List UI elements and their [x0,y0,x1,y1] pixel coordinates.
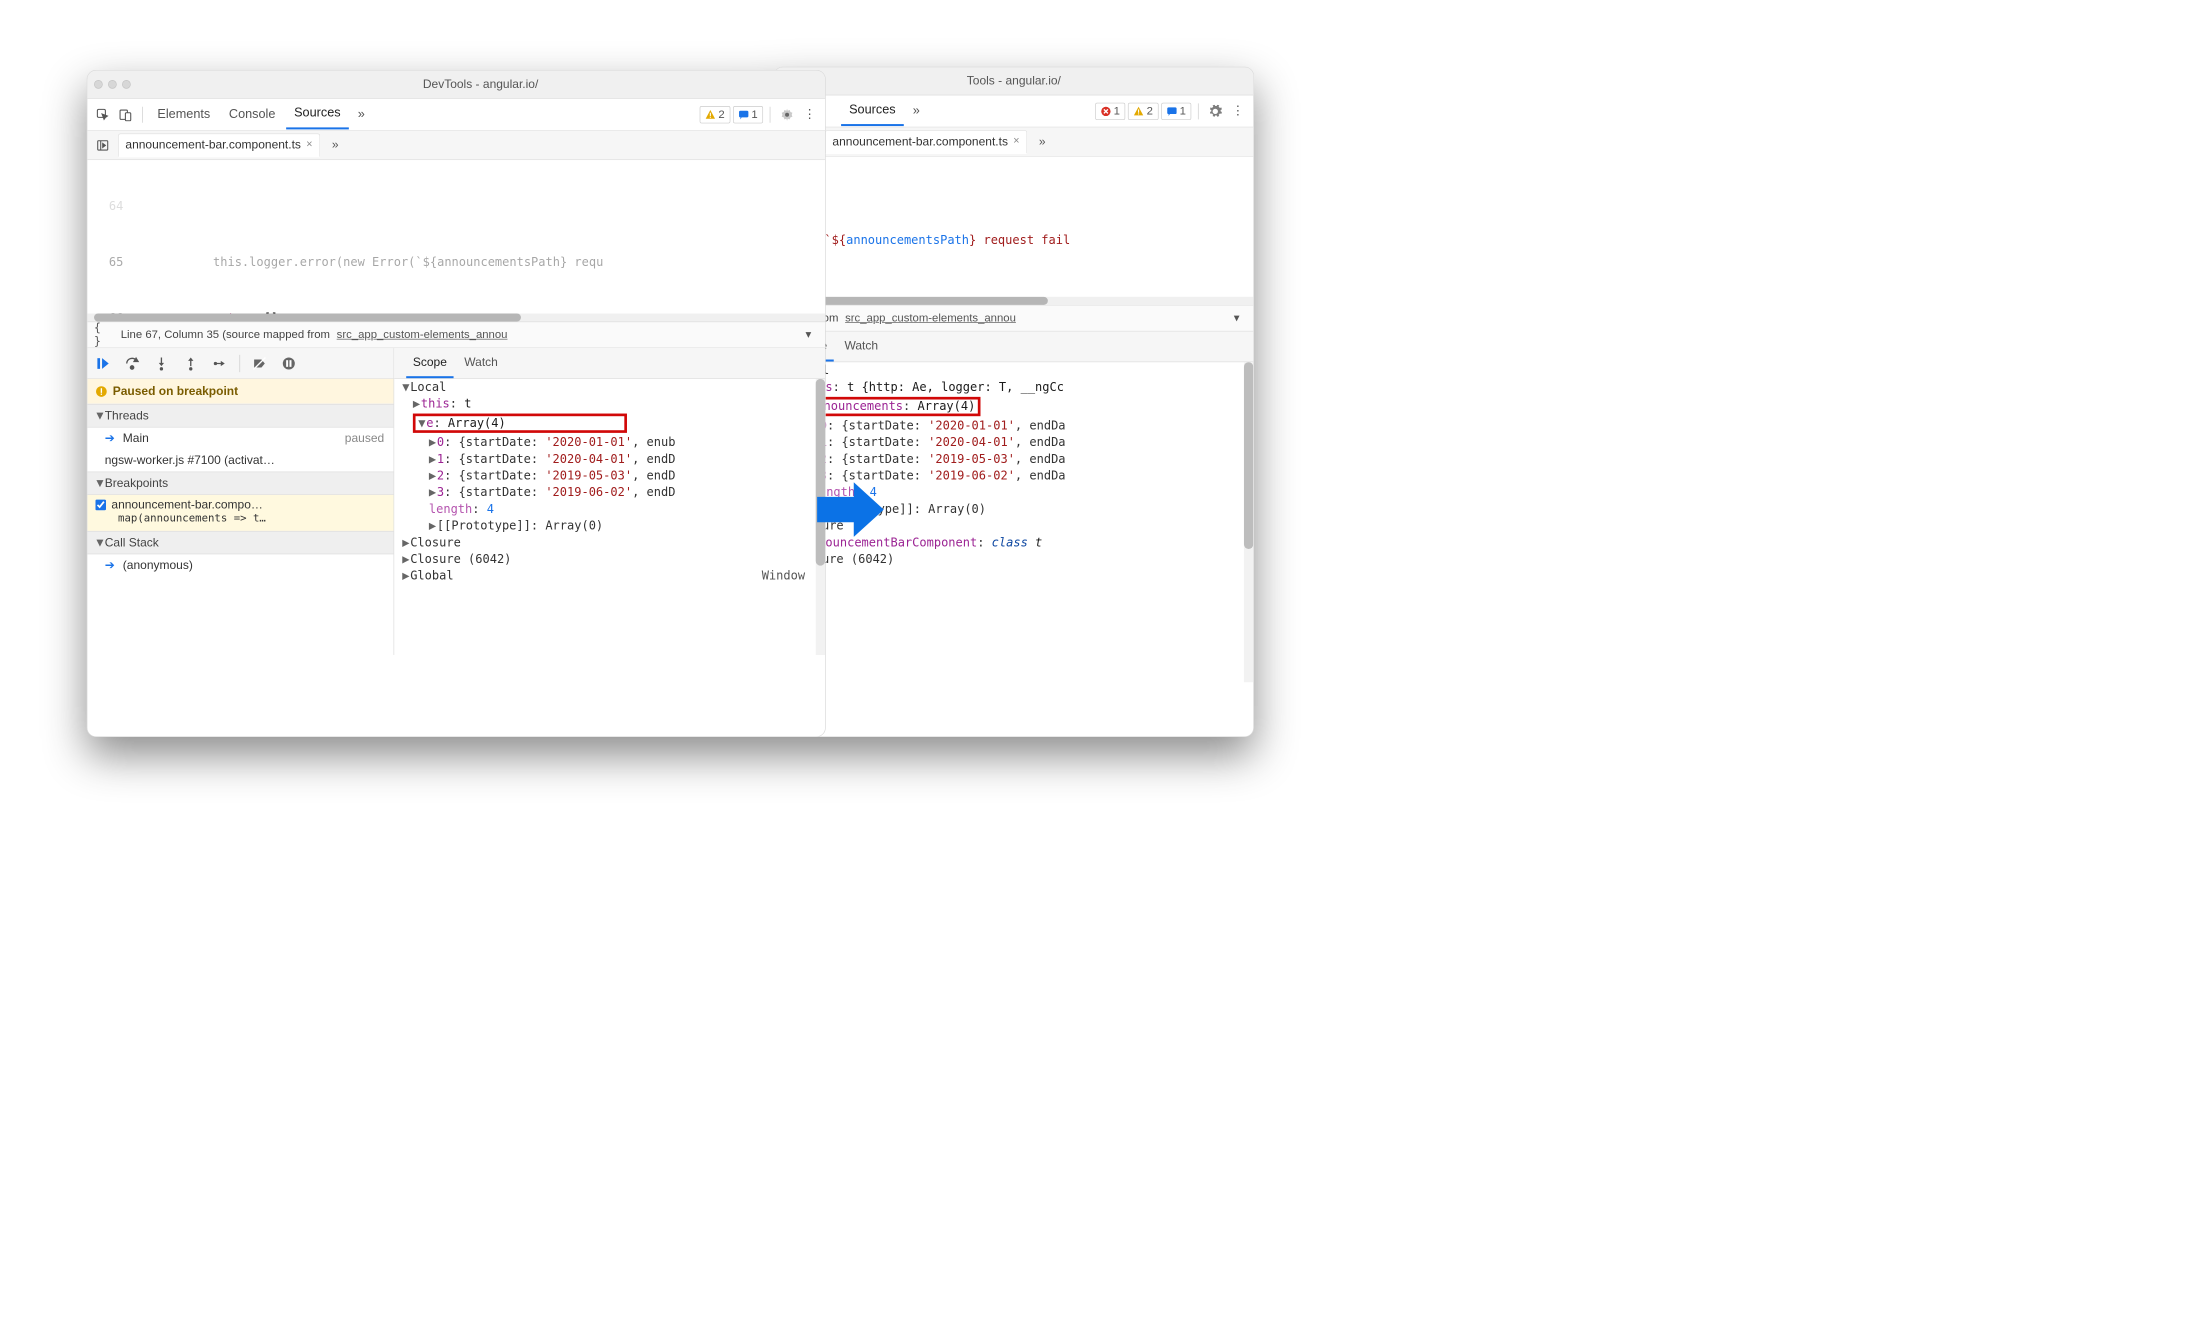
traffic-light-zoom[interactable] [122,80,131,89]
tabstrip: Sources » 1 2 1 ⋮ [774,95,1253,127]
window-title: DevTools - angular.io/ [143,77,819,91]
filetabs: announcement-bar.component.ts × » [87,131,825,160]
statusbar: apped from src_app_custom-elements_annou… [774,305,1253,332]
chevron-down-icon[interactable]: ▾ [798,325,818,345]
tab-elements[interactable]: Elements [149,100,218,128]
highlight-left: ▼e: Array(4) [413,414,627,433]
deactivate-breakpoints-icon[interactable] [249,353,269,373]
more-tabs-icon[interactable]: » [351,104,371,124]
comparison-arrow-icon [817,482,884,537]
issues-badge[interactable]: 1 [733,106,763,123]
braces-icon[interactable]: { } [94,325,114,345]
more-files-icon[interactable]: » [1032,132,1052,152]
tab-sources[interactable]: Sources [286,99,349,129]
warnings-badge[interactable]: 2 [700,106,730,123]
debugger-sidebar: Paused on breakpoint ▼Threads ➔Mainpause… [87,348,394,655]
horizontal-scrollbar[interactable] [774,297,1253,305]
callstack-frame[interactable]: ➔(anonymous) [87,554,393,576]
tab-sources[interactable]: Sources [841,96,904,126]
thread-ngsw[interactable]: ngsw-worker.js #7100 (activat… [87,450,393,472]
paused-banner: Paused on breakpoint [87,379,393,404]
breakpoint-checkbox[interactable] [95,499,106,510]
step-into-icon[interactable] [151,353,171,373]
scope-panel[interactable]: ▼Local ▶this: t ▼e: Array(4) ▶0: {startD… [394,379,825,655]
more-tabs-icon[interactable]: » [906,101,926,121]
warnings-badge[interactable]: 2 [1128,102,1158,119]
gear-icon[interactable] [1205,101,1225,121]
resume-icon[interactable] [93,353,113,373]
gutter[interactable]: 64 65 66 67 68 69 70 71 [87,160,130,313]
statusbar: { } Line 67, Column 35 (source mapped fr… [87,321,825,348]
filetabs: d8.js announcement-bar.component.ts × » [774,127,1253,156]
tabstrip: Elements Console Sources » 2 1 ⋮ [87,99,825,131]
pause-on-exceptions-icon[interactable] [279,353,299,373]
source-code[interactable]: 64 65 66 67 68 69 70 71 this.logger.erro… [87,160,825,313]
titlebar: Tools - angular.io/ [774,67,1253,95]
section-threads[interactable]: ▼Threads [87,404,393,427]
navigator-toggle-icon[interactable] [93,135,113,155]
step-over-icon[interactable] [122,353,142,373]
step-icon[interactable] [210,353,230,373]
kebab-icon[interactable]: ⋮ [800,104,820,124]
window-title: Tools - angular.io/ [781,74,1247,88]
kebab-icon[interactable]: ⋮ [1228,101,1248,121]
chevron-down-icon[interactable]: ▾ [1227,308,1247,328]
gear-icon[interactable] [777,104,797,124]
tab-watch[interactable]: Watch [838,332,885,361]
device-toggle-icon[interactable] [115,104,135,124]
mapped-source-link[interactable]: src_app_custom-elements_annou [337,328,508,341]
tab-console[interactable]: Console [221,100,284,128]
section-breakpoints[interactable]: ▼Breakpoints [87,472,393,495]
titlebar: DevTools - angular.io/ [87,71,825,99]
file-tab-component[interactable]: announcement-bar.component.ts × [825,130,1027,154]
devtools-window-right: Tools - angular.io/ Sources » 1 2 1 ⋮ [774,67,1254,737]
issues-badge[interactable]: 1 [1161,102,1191,119]
vertical-scrollbar[interactable] [1244,362,1253,682]
close-icon[interactable]: × [1013,135,1019,147]
step-out-icon[interactable] [181,353,201,373]
traffic-light-minimize[interactable] [108,80,117,89]
tab-scope[interactable]: Scope [406,349,453,378]
inspect-icon[interactable] [93,104,113,124]
file-tab-component[interactable]: announcement-bar.component.ts × [118,133,320,157]
mapped-source-link[interactable]: src_app_custom-elements_annou [845,311,1016,324]
traffic-light-close[interactable] [94,80,103,89]
tab-watch[interactable]: Watch [458,349,505,378]
scope-tabs-row: Scope Watch [394,348,825,379]
source-code[interactable]: Error(`${announcementsPath} request fail… [774,157,1253,297]
errors-badge[interactable]: 1 [1095,102,1125,119]
scope-tabs-row: Scope Watch [774,331,1253,362]
close-icon[interactable]: × [306,139,312,151]
debug-controls [87,348,393,379]
breakpoint-entry[interactable]: announcement-bar.compo… map(announcement… [87,495,393,531]
thread-main[interactable]: ➔Mainpaused [87,428,393,450]
more-files-icon[interactable]: » [325,135,345,155]
section-callstack[interactable]: ▼Call Stack [87,531,393,554]
horizontal-scrollbar[interactable] [87,313,825,321]
devtools-window-left: DevTools - angular.io/ Elements Console … [87,70,826,737]
